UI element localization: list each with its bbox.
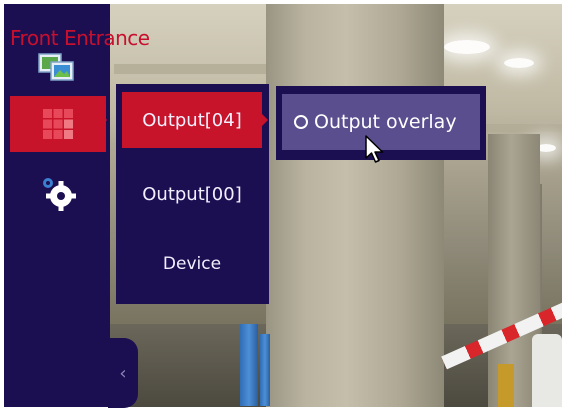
mouse-cursor-icon: [365, 135, 384, 163]
chevron-left-icon: ‹: [119, 362, 127, 384]
ceiling-light: [444, 40, 490, 54]
parked-car: [532, 334, 562, 407]
collapse-sidebar-button[interactable]: ‹: [108, 338, 138, 408]
sidebar-item-settings[interactable]: [34, 172, 80, 212]
ceiling-beam: [114, 64, 274, 74]
sidebar: [4, 4, 110, 407]
submenu-item-device[interactable]: Device: [122, 236, 262, 292]
output-overlay-label: Output overlay: [314, 111, 457, 133]
ceiling-light: [504, 58, 534, 68]
concrete-column: [266, 4, 444, 407]
blue-post: [240, 324, 258, 406]
submenu-item-output-04[interactable]: Output[04]: [122, 92, 262, 148]
output-grid-icon: [43, 109, 73, 139]
blue-post: [260, 334, 270, 406]
radio-button-icon[interactable]: [294, 115, 308, 129]
yellow-post: [498, 364, 514, 407]
sidebar-item-output[interactable]: [10, 96, 106, 152]
settings-gear-icon: [43, 178, 76, 211]
output-submenu: Output[04] Output[00] Device: [116, 84, 269, 304]
submenu-item-output-00[interactable]: Output[00]: [122, 166, 262, 222]
submenu-active-arrow: [262, 114, 268, 126]
camera-title: Front Entrance: [10, 26, 150, 50]
sidebar-active-arrow: [101, 114, 107, 126]
sidebar-item-live-view[interactable]: [34, 48, 80, 84]
live-view-icon: [38, 53, 74, 81]
